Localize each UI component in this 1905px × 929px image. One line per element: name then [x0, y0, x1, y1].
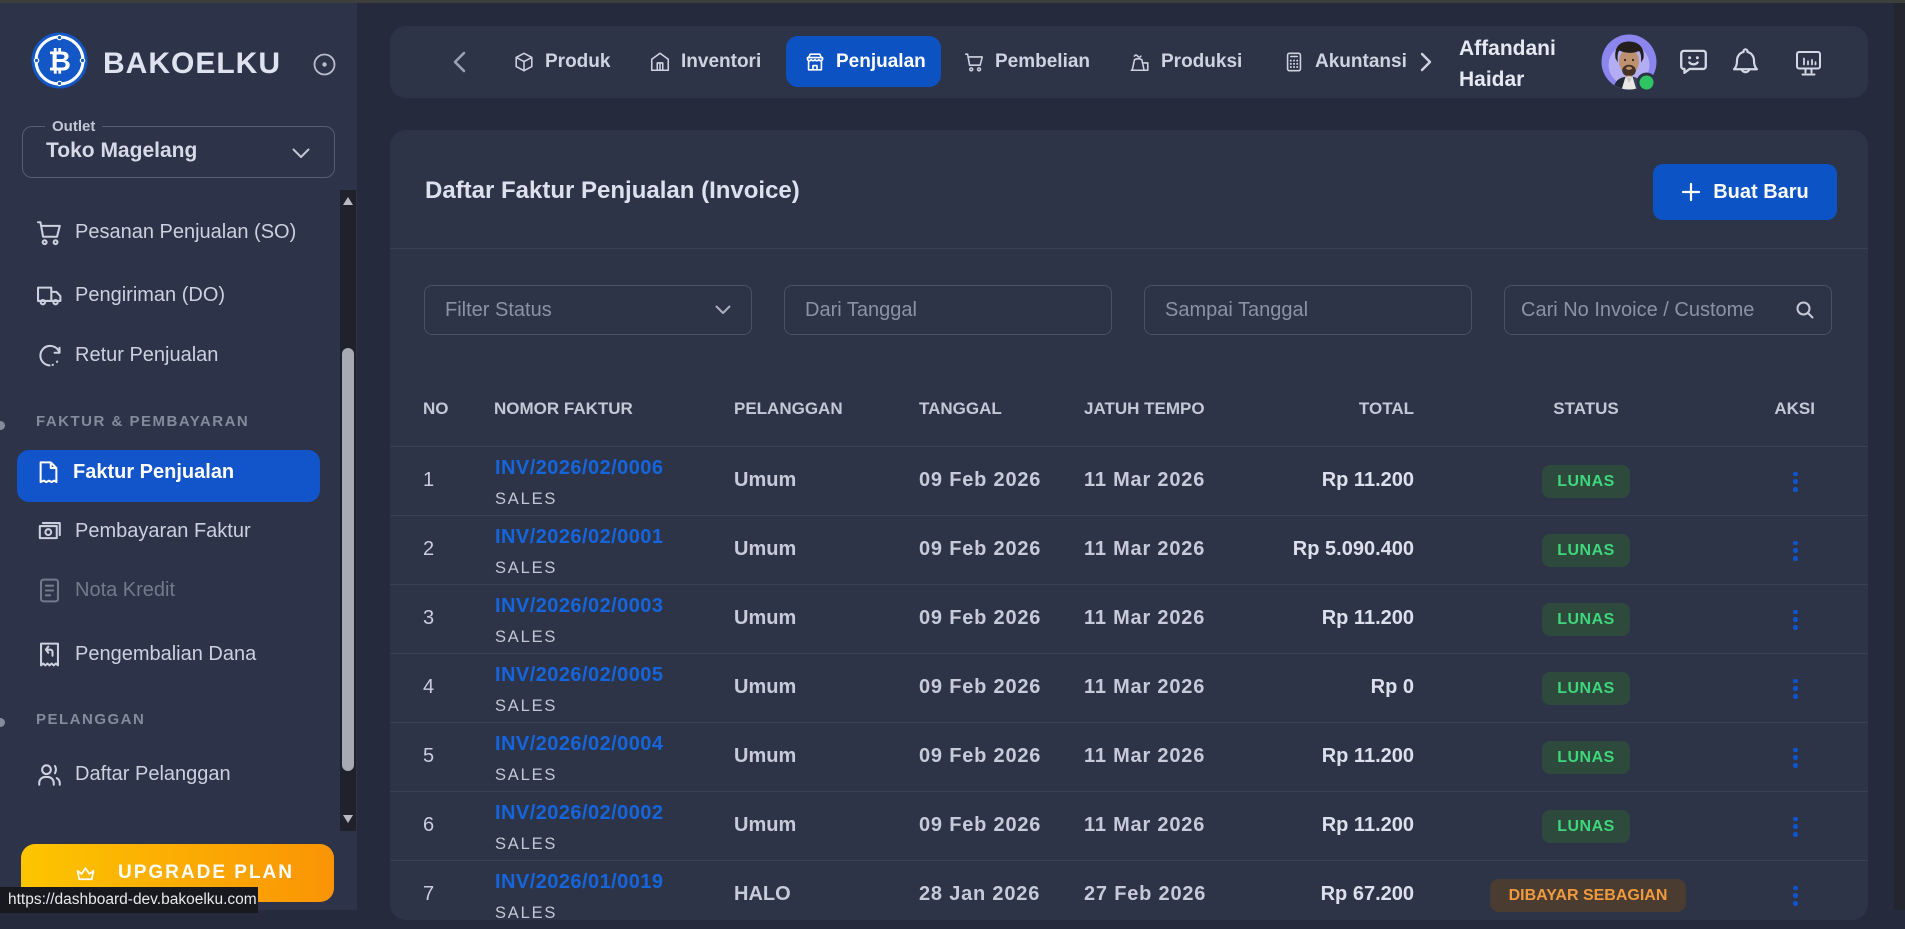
svg-text:₿: ₿	[48, 46, 71, 77]
